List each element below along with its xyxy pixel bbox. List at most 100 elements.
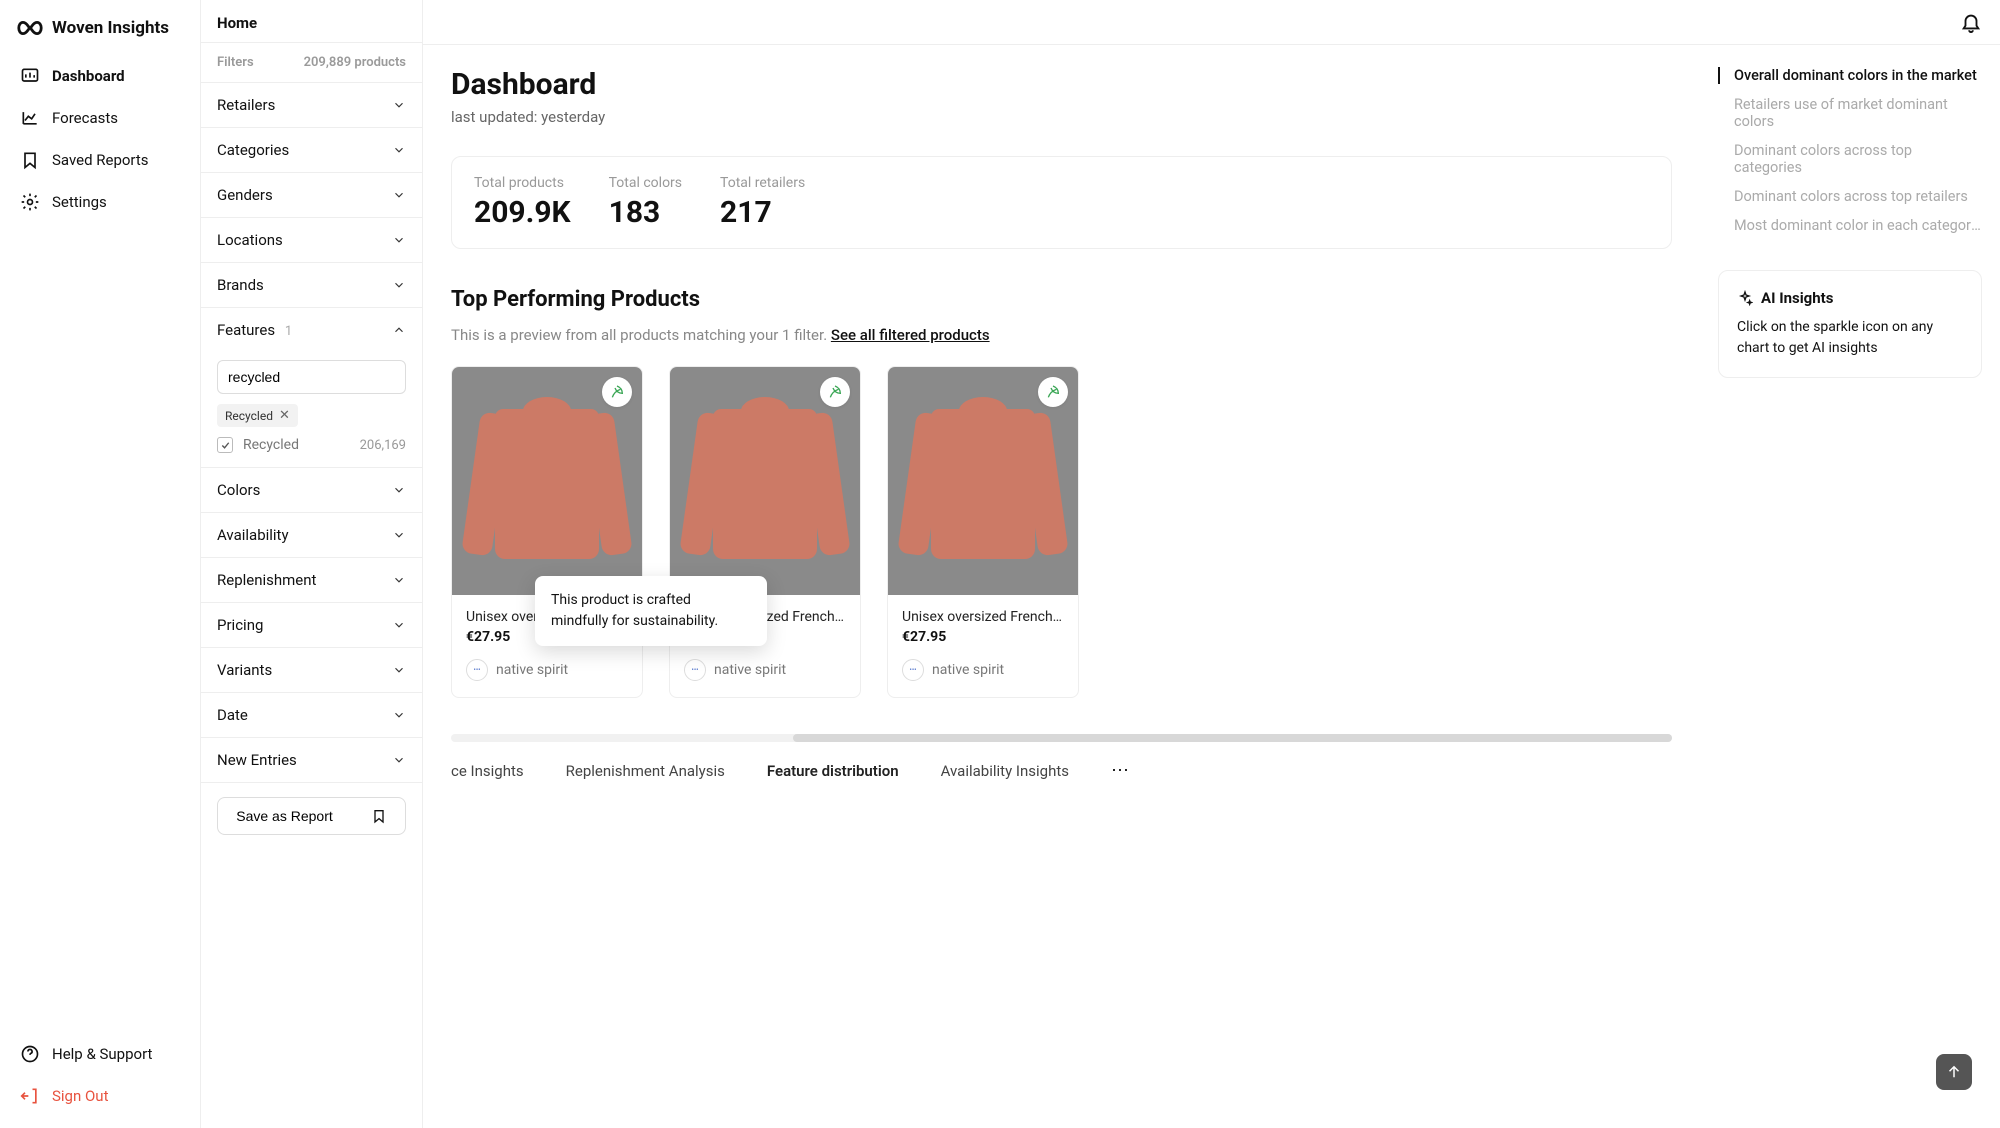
leaf-icon	[827, 384, 843, 400]
nav-saved-reports[interactable]: Saved Reports	[8, 140, 192, 180]
product-card[interactable]: Unisex oversized French… €27.95 •••nativ…	[887, 366, 1079, 698]
chip-remove-icon[interactable]: ✕	[279, 408, 290, 423]
section-link[interactable]: Most dominant color in each category …	[1718, 217, 1982, 234]
filter-genders[interactable]: Genders	[201, 173, 422, 218]
brand-name: Woven Insights	[52, 18, 169, 38]
chevron-up-icon	[392, 323, 406, 337]
see-all-link[interactable]: See all filtered products	[831, 326, 990, 344]
filter-chip-recycled[interactable]: Recycled ✕	[217, 404, 298, 427]
product-image	[670, 367, 860, 595]
filter-categories[interactable]: Categories	[201, 128, 422, 173]
filter-brands[interactable]: Brands	[201, 263, 422, 308]
left-sidebar: Woven Insights Dashboard Forecasts Saved…	[0, 0, 201, 1128]
tab-item[interactable]: Availability Insights	[941, 762, 1069, 780]
page-title: Dashboard	[451, 67, 1672, 102]
nav-forecasts[interactable]: Forecasts	[8, 98, 192, 138]
product-image	[452, 367, 642, 595]
product-price: €27.95	[902, 629, 1064, 645]
help-icon	[20, 1044, 40, 1064]
topbar	[423, 0, 2000, 45]
horizontal-scrollbar[interactable]	[451, 734, 1672, 742]
filter-features[interactable]: Features 1	[201, 308, 422, 352]
feature-option-recycled[interactable]: Recycled 206,169	[217, 437, 406, 453]
gear-icon	[20, 192, 40, 212]
filter-availability[interactable]: Availability	[201, 513, 422, 558]
nav-label: Sign Out	[52, 1087, 108, 1105]
brand-logo-icon: •••	[902, 659, 924, 681]
leaf-icon	[609, 384, 625, 400]
stat-total-colors: Total colors 183	[609, 175, 682, 230]
nav-signout[interactable]: Sign Out	[8, 1076, 192, 1116]
sustainability-badge[interactable]	[1038, 377, 1068, 407]
sustainability-badge[interactable]	[820, 377, 850, 407]
filters-header: Filters 209,889 products	[201, 43, 422, 83]
last-updated: last updated: yesterday	[451, 108, 1672, 126]
bookmark-icon	[20, 150, 40, 170]
ai-insights-card: AI Insights Click on the sparkle icon on…	[1718, 270, 1982, 378]
tab-item[interactable]: Replenishment Analysis	[566, 762, 725, 780]
dashboard-icon	[20, 66, 40, 86]
filter-replenishment[interactable]: Replenishment	[201, 558, 422, 603]
right-rail: Overall dominant colors in the market Re…	[1700, 45, 2000, 821]
ai-insights-title: AI Insights	[1761, 289, 1833, 307]
scroll-to-top-button[interactable]	[1936, 1054, 1972, 1090]
insight-tabs: ce Insights Replenishment Analysis Featu…	[451, 760, 1672, 781]
sparkle-icon	[1737, 290, 1753, 306]
nav-label: Settings	[52, 193, 107, 211]
section-link[interactable]: Retailers use of market dominant colors	[1718, 96, 1982, 130]
product-image	[888, 367, 1078, 595]
chevron-down-icon	[392, 483, 406, 497]
dashboard-content: Dashboard last updated: yesterday Total …	[423, 45, 1700, 821]
product-brand: native spirit	[496, 662, 568, 678]
nav-label: Saved Reports	[52, 151, 149, 169]
product-card[interactable]: Unisex oversized French… €27.95 •••nativ…	[451, 366, 643, 698]
filter-locations[interactable]: Locations	[201, 218, 422, 263]
chart-line-icon	[20, 108, 40, 128]
chevron-down-icon	[392, 573, 406, 587]
chevron-down-icon	[392, 278, 406, 292]
section-title: Top Performing Products	[451, 287, 1672, 312]
chevron-down-icon	[392, 663, 406, 677]
features-search-input[interactable]	[217, 360, 406, 394]
leaf-icon	[1045, 384, 1061, 400]
filter-variants[interactable]: Variants	[201, 648, 422, 693]
section-link[interactable]: Dominant colors across top retailers	[1718, 188, 1982, 205]
sustainability-badge[interactable]	[602, 377, 632, 407]
notifications-icon[interactable]	[1960, 11, 1982, 33]
brand-logo: Woven Insights	[0, 12, 200, 56]
infinity-icon	[16, 18, 44, 38]
checkbox-checked-icon[interactable]	[217, 437, 233, 453]
breadcrumb[interactable]: Home	[201, 0, 422, 43]
filter-date[interactable]: Date	[201, 693, 422, 738]
section-link[interactable]: Dominant colors across top categories	[1718, 142, 1982, 176]
filter-colors[interactable]: Colors	[201, 468, 422, 513]
stat-total-retailers: Total retailers 217	[720, 175, 805, 230]
tabs-more-icon[interactable]: ⋯	[1111, 760, 1131, 781]
product-brand: native spirit	[714, 662, 786, 678]
filter-pricing[interactable]: Pricing	[201, 603, 422, 648]
filter-retailers[interactable]: Retailers	[201, 83, 422, 128]
tab-item[interactable]: ce Insights	[451, 762, 524, 780]
main-area: Dashboard last updated: yesterday Total …	[423, 0, 2000, 1128]
section-link[interactable]: Overall dominant colors in the market	[1718, 67, 1982, 84]
filters-panel: Home Filters 209,889 products Retailers …	[201, 0, 423, 1128]
sustainability-tooltip: This product is crafted mindfully for su…	[535, 576, 767, 646]
tab-item[interactable]: Feature distribution	[767, 762, 899, 780]
nav-dashboard[interactable]: Dashboard	[8, 56, 192, 96]
save-as-report-button[interactable]: Save as Report	[217, 797, 406, 835]
chevron-down-icon	[392, 618, 406, 632]
product-name: Unisex oversized French…	[902, 609, 1064, 625]
chevron-down-icon	[392, 753, 406, 767]
bookmark-icon	[371, 808, 387, 824]
chevron-down-icon	[392, 98, 406, 112]
filter-new-entries[interactable]: New Entries	[201, 738, 422, 783]
product-card[interactable]: Unisex oversized French… €27.95 •••nativ…	[669, 366, 861, 698]
chevron-down-icon	[392, 528, 406, 542]
arrow-up-icon	[1945, 1063, 1963, 1081]
brand-logo-icon: •••	[466, 659, 488, 681]
nav-label: Forecasts	[52, 109, 118, 127]
preview-text: This is a preview from all products matc…	[451, 326, 1672, 344]
nav-settings[interactable]: Settings	[8, 182, 192, 222]
filters-label: Filters	[217, 55, 254, 70]
nav-help[interactable]: Help & Support	[8, 1034, 192, 1074]
